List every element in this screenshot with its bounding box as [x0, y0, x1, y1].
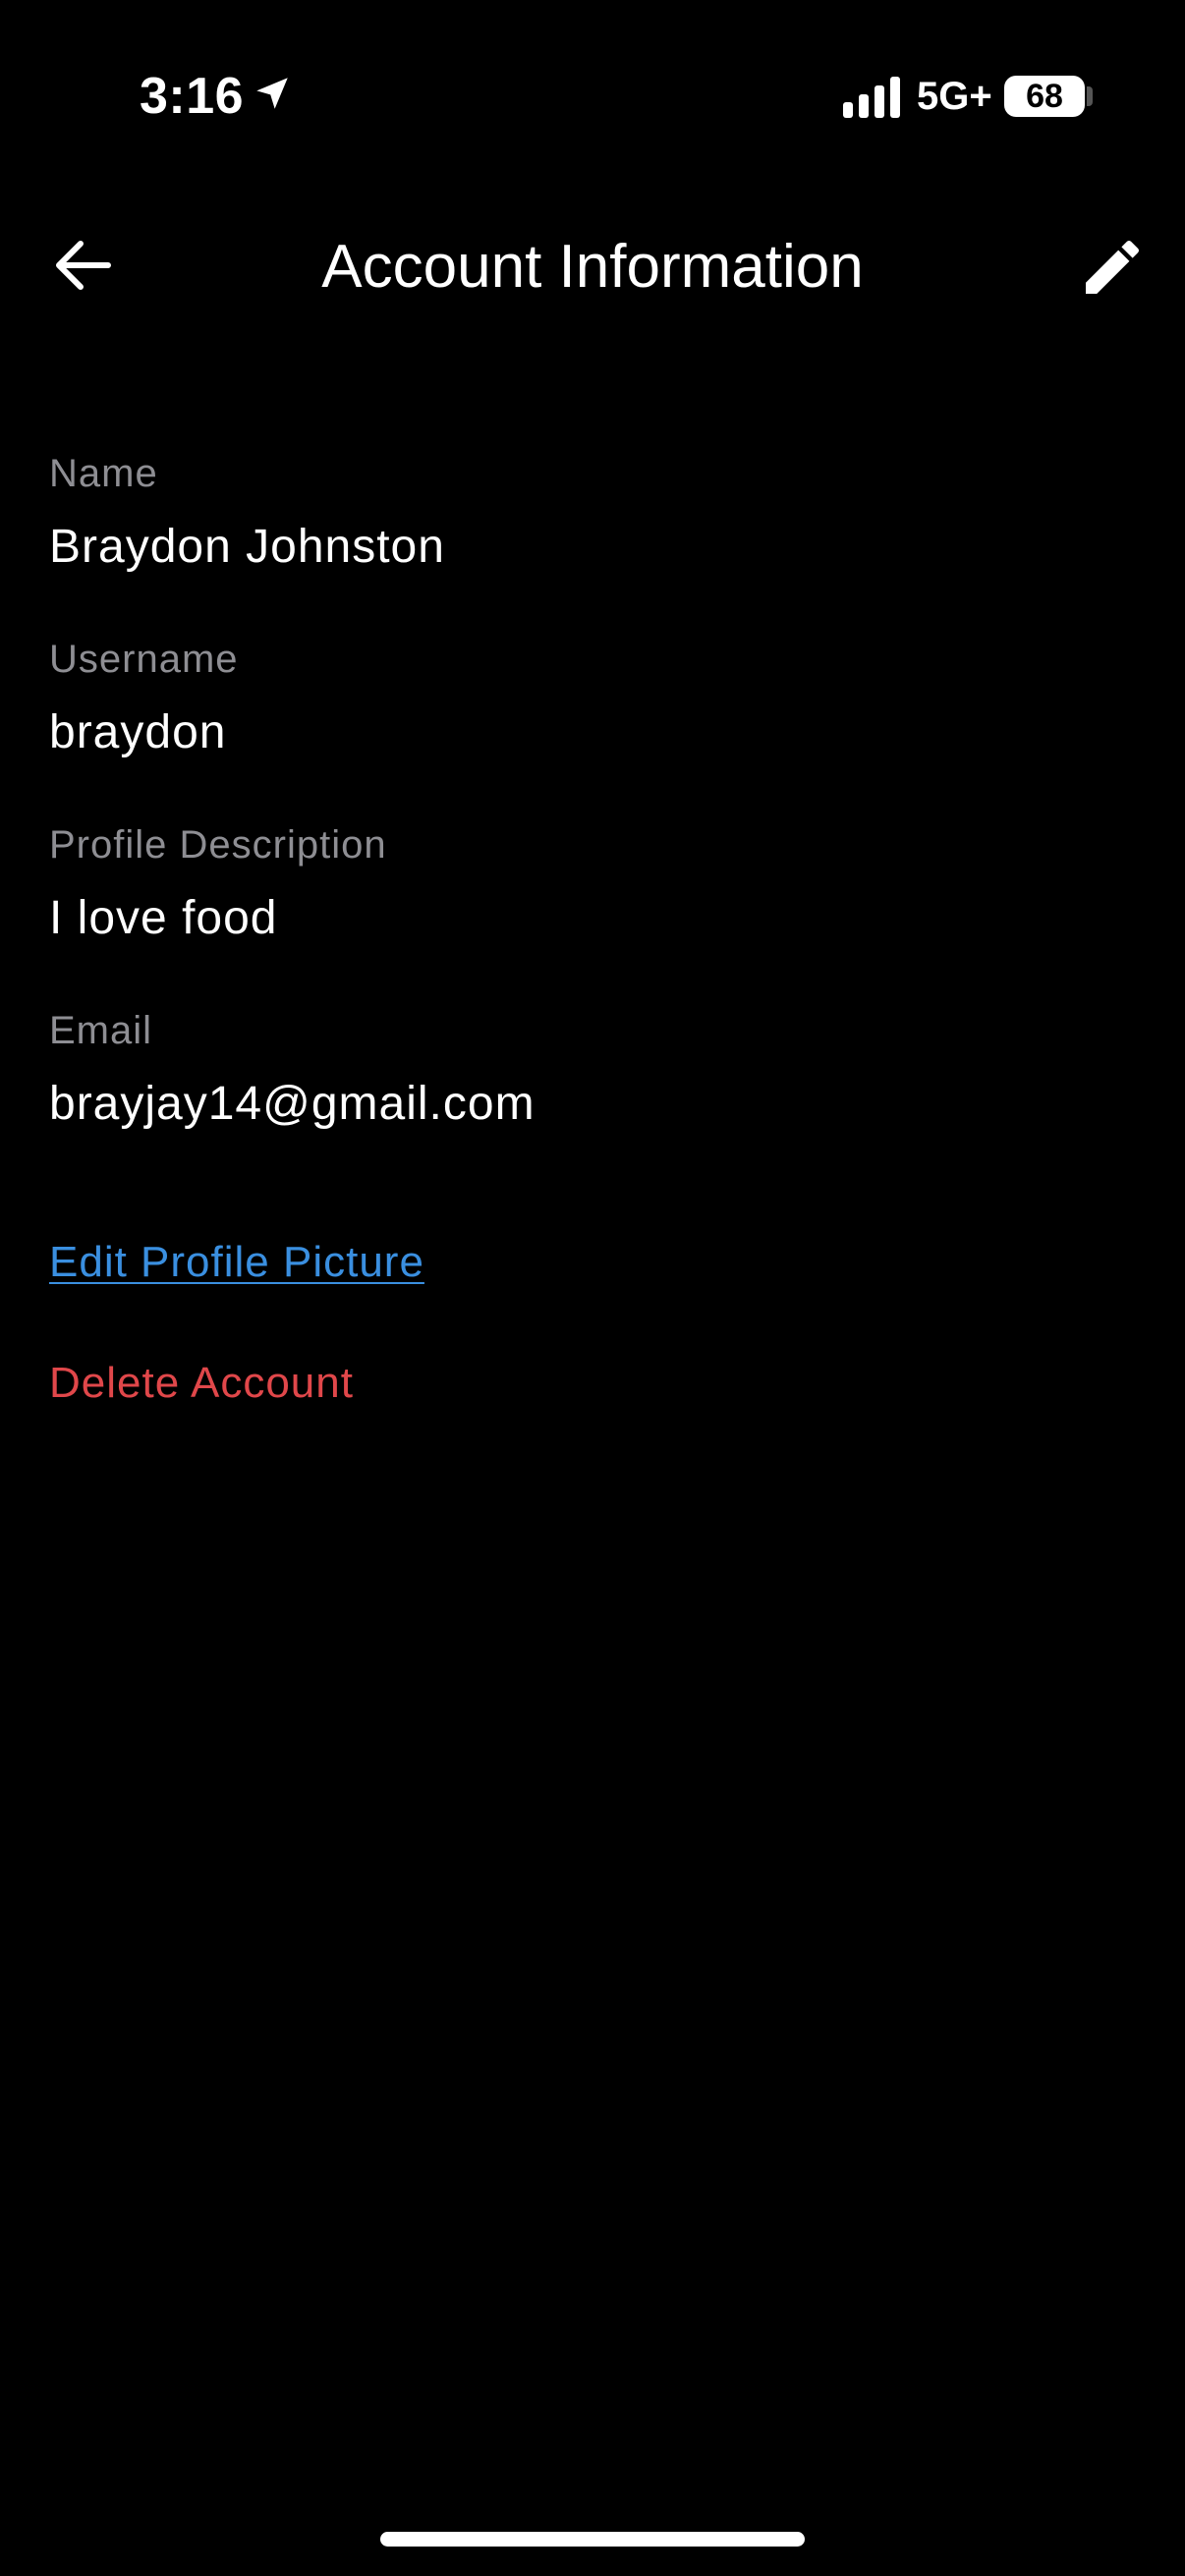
pencil-icon[interactable]	[1077, 232, 1148, 303]
field-value: Braydon Johnston	[49, 521, 445, 573]
network-type: 5G+	[917, 75, 992, 118]
page-title: Account Information	[321, 233, 864, 301]
field-label: Profile Description	[49, 823, 387, 867]
status-bar: 3:16 5G+ 68	[0, 0, 1185, 187]
field-value: I love food	[49, 892, 278, 944]
edit-profile-picture-link[interactable]: Edit Profile Picture	[49, 1235, 424, 1290]
field-username: Username braydon	[49, 636, 1130, 761]
battery-tip	[1087, 86, 1093, 106]
field-label: Email	[49, 1009, 153, 1052]
battery-icon: 68	[1004, 76, 1085, 117]
home-indicator[interactable]	[380, 2532, 805, 2547]
status-time: 3:16	[140, 68, 245, 125]
field-value: brayjay14@gmail.com	[49, 1078, 536, 1130]
field-profile-description: Profile Description I love food	[49, 821, 1130, 947]
field-label: Name	[49, 452, 158, 495]
location-arrow-icon	[256, 78, 288, 109]
cellular-signal-icon	[843, 77, 900, 118]
field-label: Username	[49, 638, 239, 681]
field-name: Name Braydon Johnston	[49, 450, 1130, 576]
nav-bar: Account Information	[0, 196, 1185, 334]
field-email: Email brayjay14@gmail.com	[49, 1007, 1130, 1133]
delete-account-button[interactable]: Delete Account	[49, 1356, 354, 1411]
field-value: braydon	[49, 706, 227, 758]
